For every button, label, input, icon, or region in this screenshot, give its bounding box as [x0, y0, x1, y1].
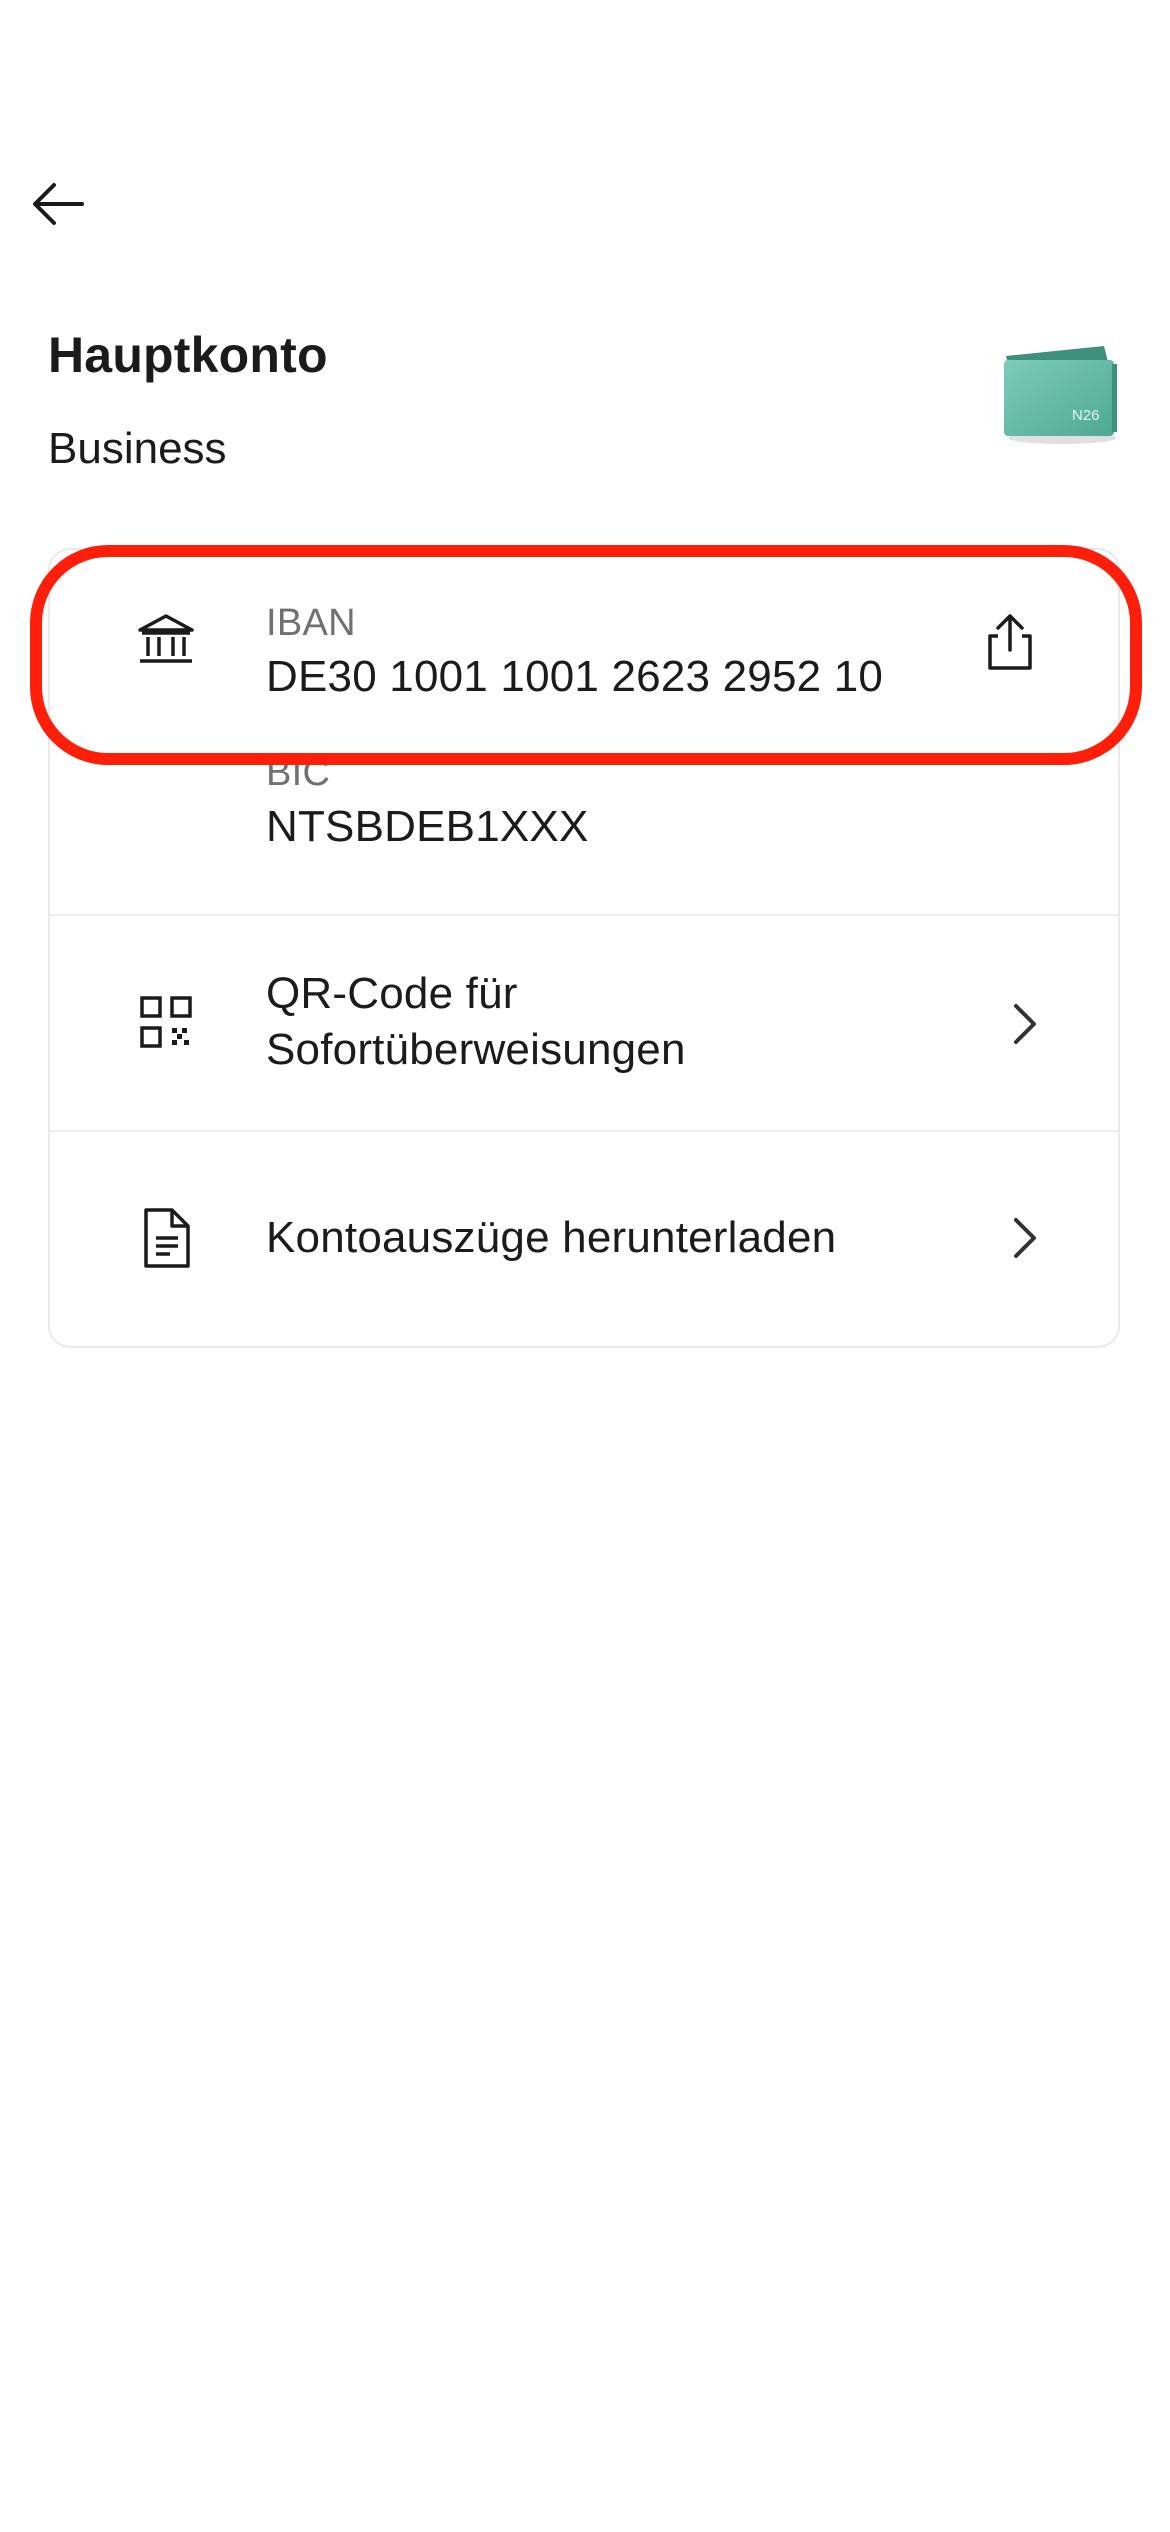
back-button[interactable]: [22, 168, 94, 240]
share-icon: [988, 614, 1032, 670]
iban-label: IBAN: [266, 602, 356, 644]
account-title: Hauptkonto: [48, 327, 328, 383]
account-subtitle: Business: [48, 424, 227, 473]
qr-code-label-line1: QR-Code für: [266, 969, 518, 1018]
document-icon-wrap: [126, 1198, 206, 1278]
bic-label: BIC: [266, 752, 331, 794]
account-details-card: IBAN DE30 1001 1001 2623 2952 10 BIC NTS…: [48, 548, 1120, 1348]
bic-value[interactable]: NTSBDEB1XXX: [266, 802, 589, 852]
download-statements-row[interactable]: Kontoauszüge herunterladen: [50, 1132, 1118, 1346]
qr-code-icon: [140, 996, 192, 1048]
chevron-right-icon: [1014, 1004, 1036, 1044]
chevron-right-icon: [1014, 1218, 1036, 1258]
download-statements-label: Kontoauszüge herunterladen: [266, 1213, 837, 1262]
qr-code-label-line2: Sofortüberweisungen: [266, 1025, 686, 1074]
wallet-icon: N26: [1004, 346, 1117, 444]
bank-icon: [138, 614, 194, 663]
bank-icon-wrap: [126, 600, 206, 680]
iban-value[interactable]: DE30 1001 1001 2623 2952 10: [266, 652, 883, 702]
qr-code-label: QR-Code für Sofortüberweisungen: [266, 966, 686, 1078]
bic-row: BIC NTSBDEB1XXX: [50, 730, 1118, 916]
share-iban-button[interactable]: [974, 606, 1046, 678]
arrow-left-icon: [33, 183, 84, 225]
iban-row[interactable]: IBAN DE30 1001 1001 2623 2952 10: [50, 550, 1118, 730]
qr-code-row[interactable]: QR-Code für Sofortüberweisungen: [50, 916, 1118, 1132]
wallet-brand: N26: [1072, 407, 1100, 424]
account-details-screen: Hauptkonto Business N26 IBAN DE30 1001 1…: [0, 0, 1170, 2532]
qr-code-icon-wrap: [126, 982, 206, 1062]
document-icon: [144, 1208, 190, 1268]
